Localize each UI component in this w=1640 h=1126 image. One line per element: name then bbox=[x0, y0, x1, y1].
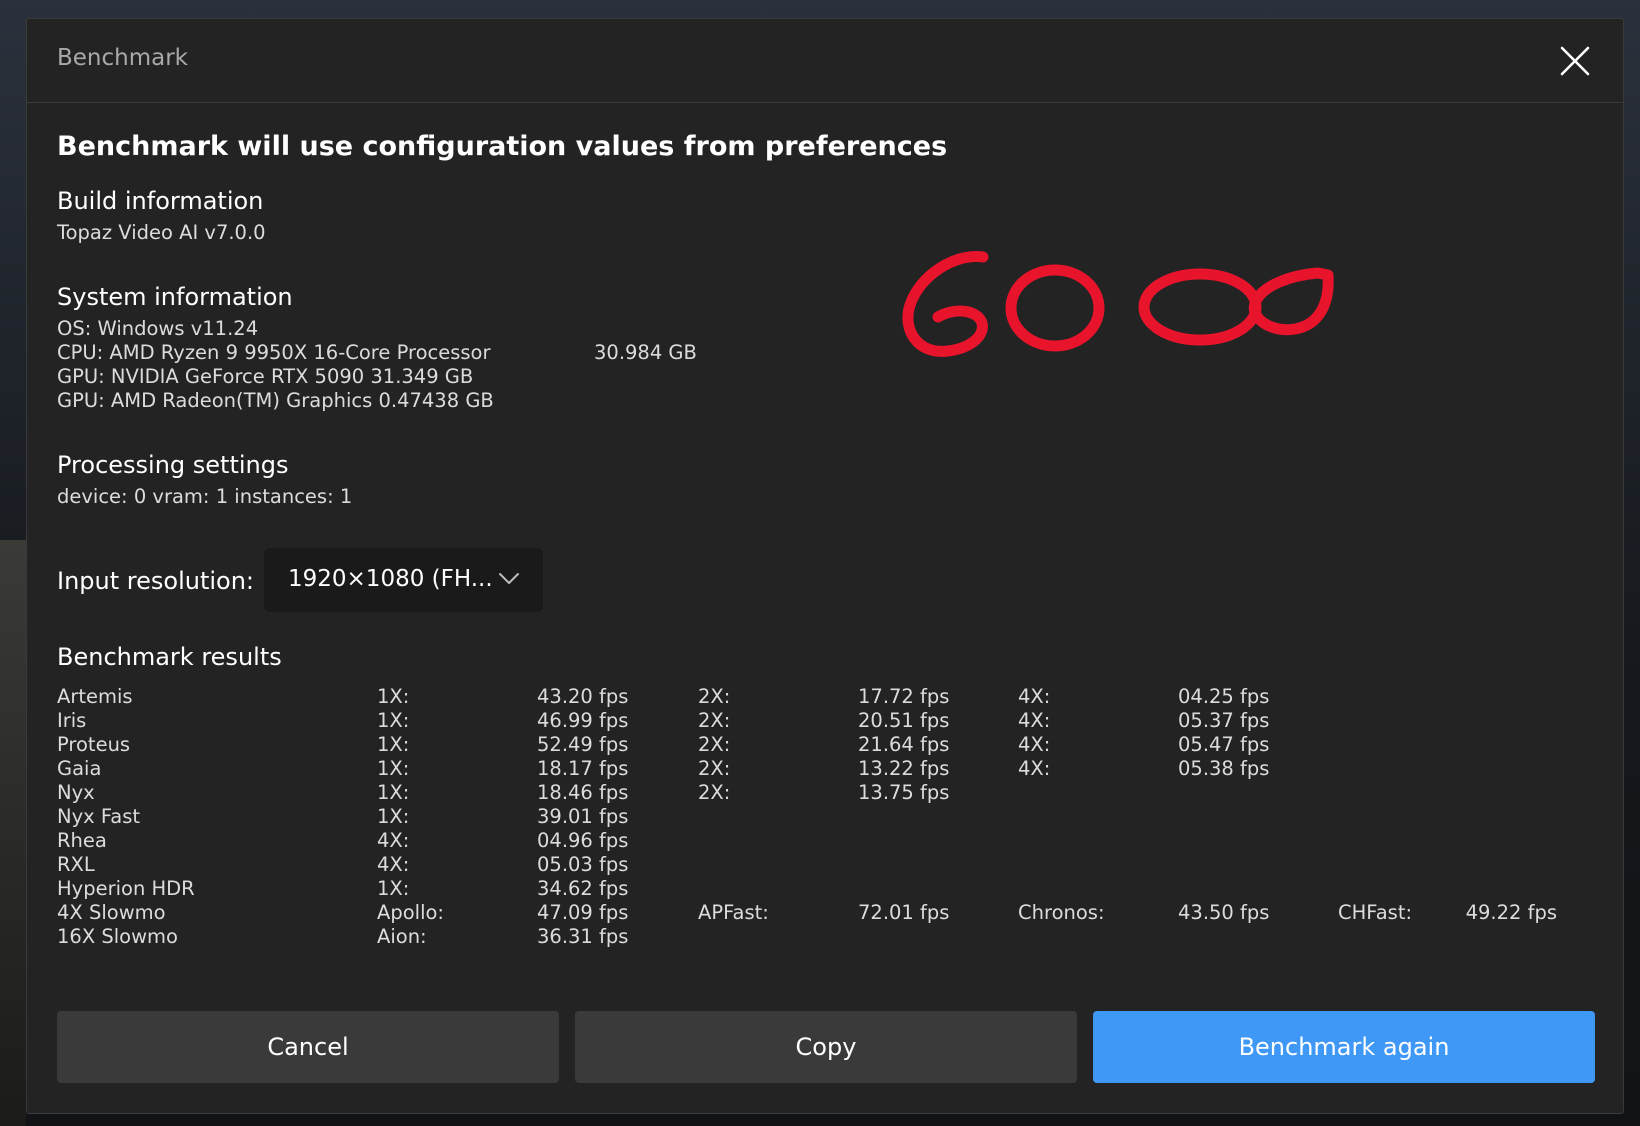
results-row: Rhea 4X: 04.96 fps bbox=[57, 829, 1617, 853]
benchmark-results-table: Artemis 1X: 43.20 fps 2X: 17.72 fps 4X: 04.25 … bbox=[57, 685, 1617, 949]
results-label-b: APFast: bbox=[698, 901, 769, 924]
results-model-name: RXL bbox=[57, 853, 95, 876]
results-value-c: 05.47 fps bbox=[1178, 733, 1270, 756]
results-value-c: 04.25 fps bbox=[1178, 685, 1270, 708]
close-button[interactable] bbox=[1555, 41, 1595, 81]
results-value-a: 05.03 fps bbox=[537, 853, 629, 876]
results-row: 16X Slowmo Aion: 36.31 fps bbox=[57, 925, 1617, 949]
results-value-a: 46.99 fps bbox=[537, 709, 629, 732]
results-value-c: 05.37 fps bbox=[1178, 709, 1270, 732]
input-resolution-label: Input resolution: bbox=[57, 567, 255, 595]
results-value-a: 36.31 fps bbox=[537, 925, 629, 948]
results-value-a: 43.20 fps bbox=[537, 685, 629, 708]
results-label-a: 1X: bbox=[377, 805, 410, 828]
results-value-b: 72.01 fps bbox=[858, 901, 950, 924]
results-model-name: Iris bbox=[57, 709, 87, 732]
results-value-a: 04.96 fps bbox=[537, 829, 629, 852]
results-row: 4X Slowmo Apollo: 47.09 fps APFast: 72.01 fp… bbox=[57, 901, 1617, 925]
system-os: OS: Windows v11.24 bbox=[57, 317, 259, 340]
results-value-b: 20.51 fps bbox=[858, 709, 950, 732]
results-label-a: 1X: bbox=[377, 781, 410, 804]
dialog-title: Benchmark bbox=[57, 45, 189, 71]
results-row: Proteus 1X: 52.49 fps 2X: 21.64 fps 4X: 05.47 … bbox=[57, 733, 1617, 757]
results-label-d: CHFast: bbox=[1338, 901, 1413, 924]
benchmark-again-button[interactable]: Benchmark again bbox=[1093, 1011, 1595, 1083]
system-cpu-memory: 30.984 GB bbox=[594, 341, 697, 364]
results-label-a: 4X: bbox=[377, 829, 410, 852]
results-label-a: 1X: bbox=[377, 757, 410, 780]
results-label-c: 4X: bbox=[1018, 733, 1051, 756]
results-model-name: Hyperion HDR bbox=[57, 877, 195, 900]
results-label-a: 1X: bbox=[377, 877, 410, 900]
results-row: Artemis 1X: 43.20 fps 2X: 17.72 fps 4X: 04.25 … bbox=[57, 685, 1617, 709]
results-value-a: 52.49 fps bbox=[537, 733, 629, 756]
system-info-title: System information bbox=[57, 283, 293, 311]
results-row: Nyx Fast 1X: 39.01 fps bbox=[57, 805, 1617, 829]
results-label-b: 2X: bbox=[698, 709, 731, 732]
results-model-name: 4X Slowmo bbox=[57, 901, 166, 924]
benchmark-results-title: Benchmark results bbox=[57, 643, 282, 671]
results-model-name: Gaia bbox=[57, 757, 102, 780]
results-row: Gaia 1X: 18.17 fps 2X: 13.22 fps 4X: 05.38 fps bbox=[57, 757, 1617, 781]
results-label-b: 2X: bbox=[698, 781, 731, 804]
results-label-b: 2X: bbox=[698, 733, 731, 756]
results-label-c: 4X: bbox=[1018, 709, 1051, 732]
results-row: Nyx 1X: 18.46 fps 2X: 13.75 fps bbox=[57, 781, 1617, 805]
results-value-b: 21.64 fps bbox=[858, 733, 950, 756]
results-row: Iris 1X: 46.99 fps 2X: 20.51 fps 4X: 05.37 fps bbox=[57, 709, 1617, 733]
results-model-name: Artemis bbox=[57, 685, 133, 708]
dialog-heading: Benchmark will use configuration values … bbox=[57, 131, 948, 162]
results-value-c: 05.38 fps bbox=[1178, 757, 1270, 780]
build-version: Topaz Video AI v7.0.0 bbox=[57, 221, 266, 244]
results-label-c: 4X: bbox=[1018, 685, 1051, 708]
results-row: Hyperion HDR 1X: 34.62 fps bbox=[57, 877, 1617, 901]
results-value-d: 49.22 fps bbox=[1465, 901, 1557, 924]
results-label-a: 1X: bbox=[377, 709, 410, 732]
results-model-name: Nyx Fast bbox=[57, 805, 141, 828]
results-label-a: 1X: bbox=[377, 685, 410, 708]
system-gpu-2: GPU: AMD Radeon(TM) Graphics 0.47438 GB bbox=[57, 389, 494, 412]
results-label-b: 2X: bbox=[698, 685, 731, 708]
chevron-down-icon bbox=[499, 573, 519, 584]
copy-button[interactable]: Copy bbox=[575, 1011, 1077, 1083]
background-scenery bbox=[0, 540, 26, 1126]
handwritten-annotation bbox=[902, 251, 1334, 357]
input-resolution-value: 1920×1080 (FH... bbox=[288, 566, 493, 592]
results-label-a: 1X: bbox=[377, 733, 410, 756]
results-value-c: 43.50 fps bbox=[1178, 901, 1270, 924]
input-resolution-dropdown[interactable]: 1920×1080 (FH... bbox=[264, 548, 543, 612]
processing-settings-values: device: 0 vram: 1 instances: 1 bbox=[57, 485, 353, 508]
results-value-b: 13.22 fps bbox=[858, 757, 950, 780]
results-value-a: 39.01 fps bbox=[537, 805, 629, 828]
close-icon bbox=[1560, 46, 1590, 76]
results-label-c: 4X: bbox=[1018, 757, 1051, 780]
results-value-b: 17.72 fps bbox=[858, 685, 950, 708]
results-value-a: 47.09 fps bbox=[537, 901, 629, 924]
dialog-titlebar: Benchmark bbox=[27, 19, 1623, 103]
results-label-a: 4X: bbox=[377, 853, 410, 876]
results-value-a: 18.46 fps bbox=[537, 781, 629, 804]
results-model-name: Nyx bbox=[57, 781, 95, 804]
results-row: RXL 4X: 05.03 fps bbox=[57, 853, 1617, 877]
cancel-button[interactable]: Cancel bbox=[57, 1011, 559, 1083]
results-value-b: 13.75 fps bbox=[858, 781, 950, 804]
processing-settings-title: Processing settings bbox=[57, 451, 289, 479]
results-value-a: 18.17 fps bbox=[537, 757, 629, 780]
benchmark-dialog: Benchmark Benchmark will use configurati… bbox=[26, 18, 1624, 1114]
results-label-c: Chronos: bbox=[1018, 901, 1105, 924]
results-label-b: 2X: bbox=[698, 757, 731, 780]
system-cpu-row: CPU: AMD Ryzen 9 9950X 16-Core Processor… bbox=[57, 341, 757, 364]
results-label-a: Apollo: bbox=[377, 901, 444, 924]
system-gpu-1: GPU: NVIDIA GeForce RTX 5090 31.349 GB bbox=[57, 365, 474, 388]
results-model-name: 16X Slowmo bbox=[57, 925, 178, 948]
results-value-a: 34.62 fps bbox=[537, 877, 629, 900]
build-info-title: Build information bbox=[57, 187, 264, 215]
results-model-name: Rhea bbox=[57, 829, 107, 852]
results-label-a: Aion: bbox=[377, 925, 427, 948]
results-model-name: Proteus bbox=[57, 733, 131, 756]
system-cpu: CPU: AMD Ryzen 9 9950X 16-Core Processor bbox=[57, 341, 491, 364]
